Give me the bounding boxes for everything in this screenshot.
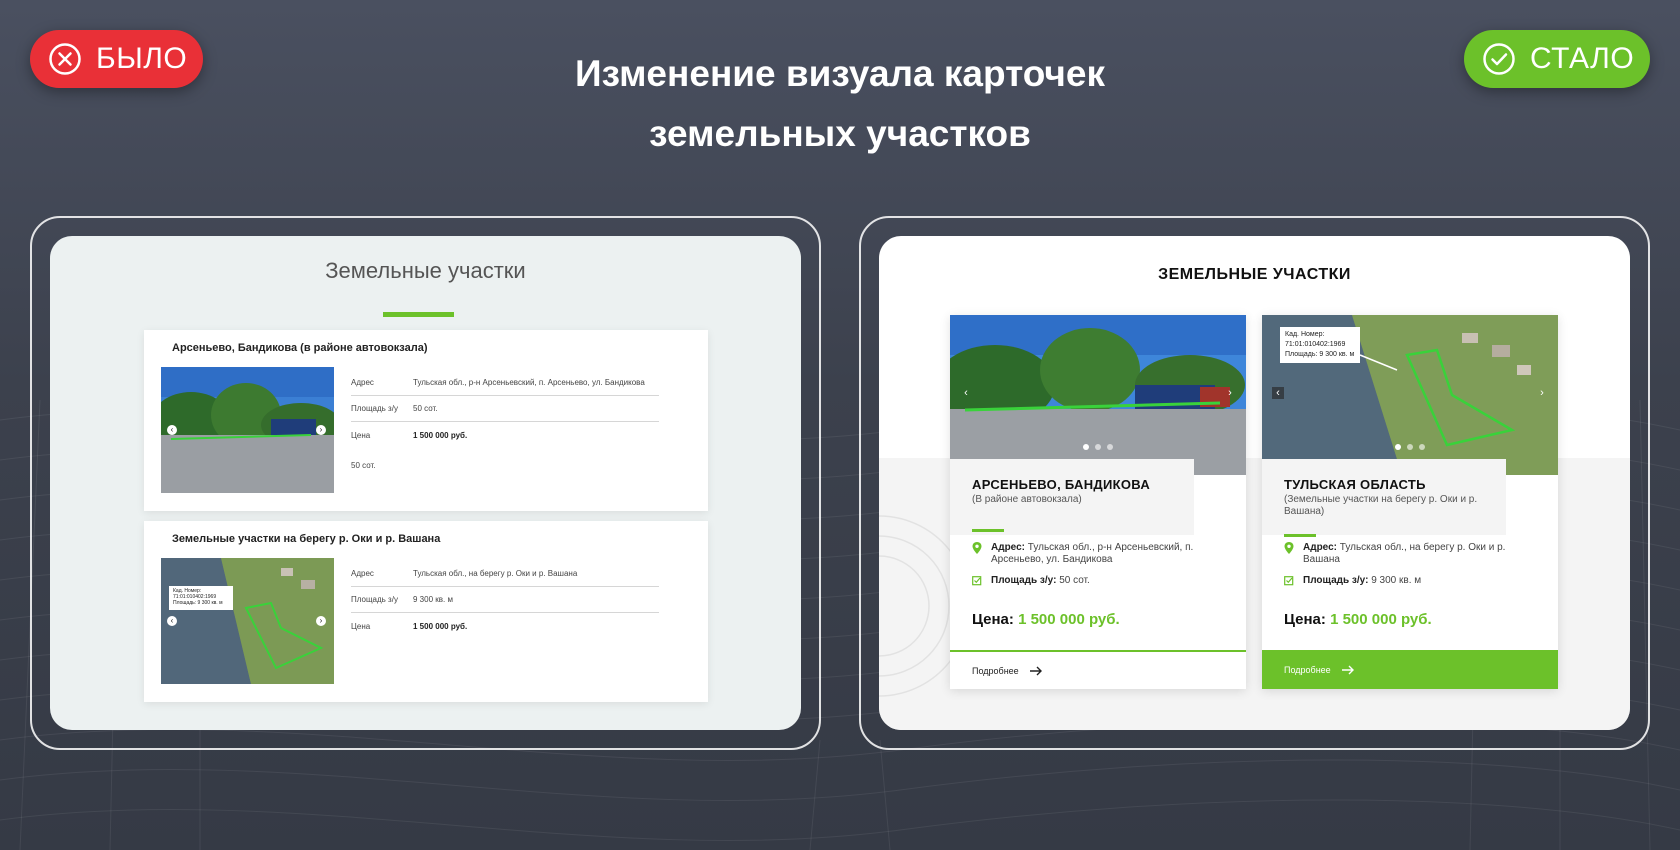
detail-value: 50 сот. bbox=[413, 404, 438, 413]
new-section-title: ЗЕМЕЛЬНЫЕ УЧАСТКИ bbox=[1158, 266, 1351, 283]
detail-row: Цена 1 500 000 руб. bbox=[351, 613, 659, 639]
area-label: Площадь з/у: bbox=[991, 575, 1057, 586]
next-photo-button[interactable]: › bbox=[1536, 387, 1548, 399]
old-card-title: Земельные участки на берегу р. Оки и р. … bbox=[172, 533, 441, 545]
detail-key: Адрес bbox=[351, 378, 374, 387]
check-circle-icon bbox=[1482, 42, 1516, 76]
area-value: 50 сот. bbox=[1059, 575, 1090, 586]
old-details-table: Адрес Тульская обл., на берегу р. Оки и … bbox=[351, 561, 659, 639]
pagination-dot[interactable] bbox=[1419, 444, 1425, 450]
arrow-right-icon bbox=[1029, 666, 1043, 676]
headline-line-1: Изменение визуала карточек bbox=[575, 53, 1105, 94]
price-value: 1 500 000 руб. bbox=[1330, 611, 1432, 628]
address-label: Адрес: bbox=[1303, 542, 1337, 553]
card-info: Адрес: Тульская обл., на берегу р. Оки и… bbox=[1284, 542, 1544, 596]
detail-row: Адрес Тульская обл., на берегу р. Оки и … bbox=[351, 561, 659, 587]
listing-photo: ‹ › bbox=[950, 315, 1246, 475]
detail-row: Цена 1 500 000 руб. bbox=[351, 422, 659, 448]
card-price: Цена: 1 500 000 руб. bbox=[972, 611, 1120, 628]
after-badge-label: СТАЛО bbox=[1530, 42, 1635, 75]
old-listing-card[interactable]: Арсеньево, Бандикова (в районе автовокза… bbox=[144, 330, 708, 511]
new-listing-card[interactable]: ‹ › АРСЕНЬЕВО, БАНДИКОВА (В районе автов… bbox=[950, 315, 1246, 689]
before-badge-label: БЫЛО bbox=[96, 42, 188, 75]
area-line: Площадь з/у: 50 сот. bbox=[972, 575, 1232, 587]
card-heading-block: ТУЛЬСКАЯ ОБЛАСТЬ (Земельные участки на б… bbox=[1262, 459, 1506, 537]
detail-value: 1 500 000 руб. bbox=[413, 430, 468, 440]
pagination-dot[interactable] bbox=[1095, 444, 1101, 450]
arrow-right-icon bbox=[1341, 665, 1355, 675]
after-badge: СТАЛО bbox=[1464, 30, 1650, 88]
card-info: Адрес: Тульская обл., р-н Арсеньевский, … bbox=[972, 542, 1232, 596]
detail-key: Цена bbox=[351, 430, 371, 440]
photo-pagination bbox=[1262, 444, 1558, 450]
location-pin-icon bbox=[972, 542, 982, 554]
listing-photo: Кад. Номер: 71:01:010402:1969 Площадь: 9… bbox=[1262, 315, 1558, 475]
more-details-button[interactable]: Подробнее bbox=[950, 650, 1246, 689]
prev-photo-button[interactable]: ‹ bbox=[1272, 387, 1284, 399]
headline-line-2: земельных участков bbox=[649, 113, 1031, 154]
detail-row: Площадь з/у 9 300 кв. м bbox=[351, 587, 659, 613]
before-badge: БЫЛО bbox=[30, 30, 203, 88]
detail-value: Тульская обл., на берегу р. Оки и р. Ваш… bbox=[413, 569, 578, 578]
area-label: Площадь з/у: bbox=[1303, 575, 1369, 586]
next-photo-button[interactable]: › bbox=[316, 616, 326, 626]
card-title: ТУЛЬСКАЯ ОБЛАСТЬ bbox=[1284, 477, 1426, 492]
prev-photo-button[interactable]: ‹ bbox=[960, 387, 972, 399]
detail-key: Площадь з/у bbox=[351, 595, 398, 604]
next-photo-button[interactable]: › bbox=[1224, 387, 1236, 399]
price-value: 1 500 000 руб. bbox=[1018, 611, 1120, 628]
pagination-dot[interactable] bbox=[1407, 444, 1413, 450]
page-headline: Изменение визуала карточек земельных уча… bbox=[440, 44, 1240, 164]
card-price: Цена: 1 500 000 руб. bbox=[1284, 611, 1432, 628]
price-label: Цена: bbox=[1284, 611, 1326, 628]
listing-photo: ‹ › bbox=[161, 367, 334, 493]
photo-label: Кад. Номер: 71:01:010402:1969 Площадь: 9… bbox=[173, 588, 223, 606]
detail-value: 1 500 000 руб. bbox=[413, 621, 468, 631]
more-details-label: Подробнее bbox=[1284, 664, 1331, 675]
pagination-dot[interactable] bbox=[1107, 444, 1113, 450]
title-accent-bar bbox=[972, 529, 1004, 532]
next-photo-button[interactable]: › bbox=[316, 425, 326, 435]
detail-value: 9 300 кв. м bbox=[413, 595, 453, 604]
detail-value: Тульская обл., р-н Арсеньевский, п. Арсе… bbox=[413, 378, 645, 387]
title-accent-bar bbox=[1284, 534, 1316, 537]
detail-row: Адрес Тульская обл., р-н Арсеньевский, п… bbox=[351, 370, 659, 396]
old-card-title: Арсеньево, Бандикова (в районе автовокза… bbox=[172, 342, 428, 354]
pagination-dot[interactable] bbox=[1083, 444, 1089, 450]
card-subtitle: (Земельные участки на берегу р. Оки и р.… bbox=[1284, 494, 1478, 517]
detail-key: Цена bbox=[351, 621, 371, 631]
listing-photo: Кад. Номер: 71:01:010402:1969 Площадь: 9… bbox=[161, 558, 334, 684]
old-section-title: Земельные участки bbox=[325, 258, 526, 283]
more-details-label: Подробнее bbox=[972, 665, 1019, 676]
location-pin-icon bbox=[1284, 542, 1294, 554]
address-label: Адрес: bbox=[991, 542, 1025, 553]
address-line: Адрес: Тульская обл., на берегу р. Оки и… bbox=[1284, 542, 1544, 566]
prev-photo-button[interactable]: ‹ bbox=[167, 616, 177, 626]
photo-pagination bbox=[950, 444, 1246, 450]
after-design-panel: ЗЕМЕЛЬНЫЕ УЧАСТКИ ‹ › АРСЕНЬЕВО, БАНДИКО… bbox=[879, 236, 1630, 730]
card-subtitle: (В районе автовокзала) bbox=[972, 494, 1082, 505]
detail-key: Площадь з/у bbox=[351, 404, 398, 413]
price-label: Цена: bbox=[972, 611, 1014, 628]
prev-photo-button[interactable]: ‹ bbox=[167, 425, 177, 435]
area-value: 9 300 кв. м bbox=[1371, 575, 1422, 586]
detail-row: Площадь з/у 50 сот. bbox=[351, 396, 659, 422]
more-details-button[interactable]: Подробнее bbox=[1262, 650, 1558, 689]
checkbox-edit-icon bbox=[972, 575, 982, 587]
checkbox-edit-icon bbox=[1284, 575, 1294, 587]
close-circle-icon bbox=[48, 42, 82, 76]
card-title: АРСЕНЬЕВО, БАНДИКОВА bbox=[972, 477, 1151, 492]
photo-label: Кад. Номер: 71:01:010402:1969 Площадь: 9… bbox=[1285, 331, 1355, 358]
old-title-underline bbox=[383, 312, 454, 317]
new-listing-card[interactable]: Кад. Номер: 71:01:010402:1969 Площадь: 9… bbox=[1262, 315, 1558, 689]
old-listing-card[interactable]: Земельные участки на берегу р. Оки и р. … bbox=[144, 521, 708, 702]
pagination-dot[interactable] bbox=[1395, 444, 1401, 450]
address-line: Адрес: Тульская обл., р-н Арсеньевский, … bbox=[972, 542, 1232, 566]
card-heading-block: АРСЕНЬЕВО, БАНДИКОВА (В районе автовокза… bbox=[950, 459, 1194, 535]
detail-key: Адрес bbox=[351, 569, 374, 578]
old-card-extra-area: 50 сот. bbox=[351, 461, 376, 470]
before-design-panel: Земельные участки Арсеньево, Бандикова (… bbox=[50, 236, 801, 730]
old-details-table: Адрес Тульская обл., р-н Арсеньевский, п… bbox=[351, 370, 659, 448]
area-line: Площадь з/у: 9 300 кв. м bbox=[1284, 575, 1544, 587]
